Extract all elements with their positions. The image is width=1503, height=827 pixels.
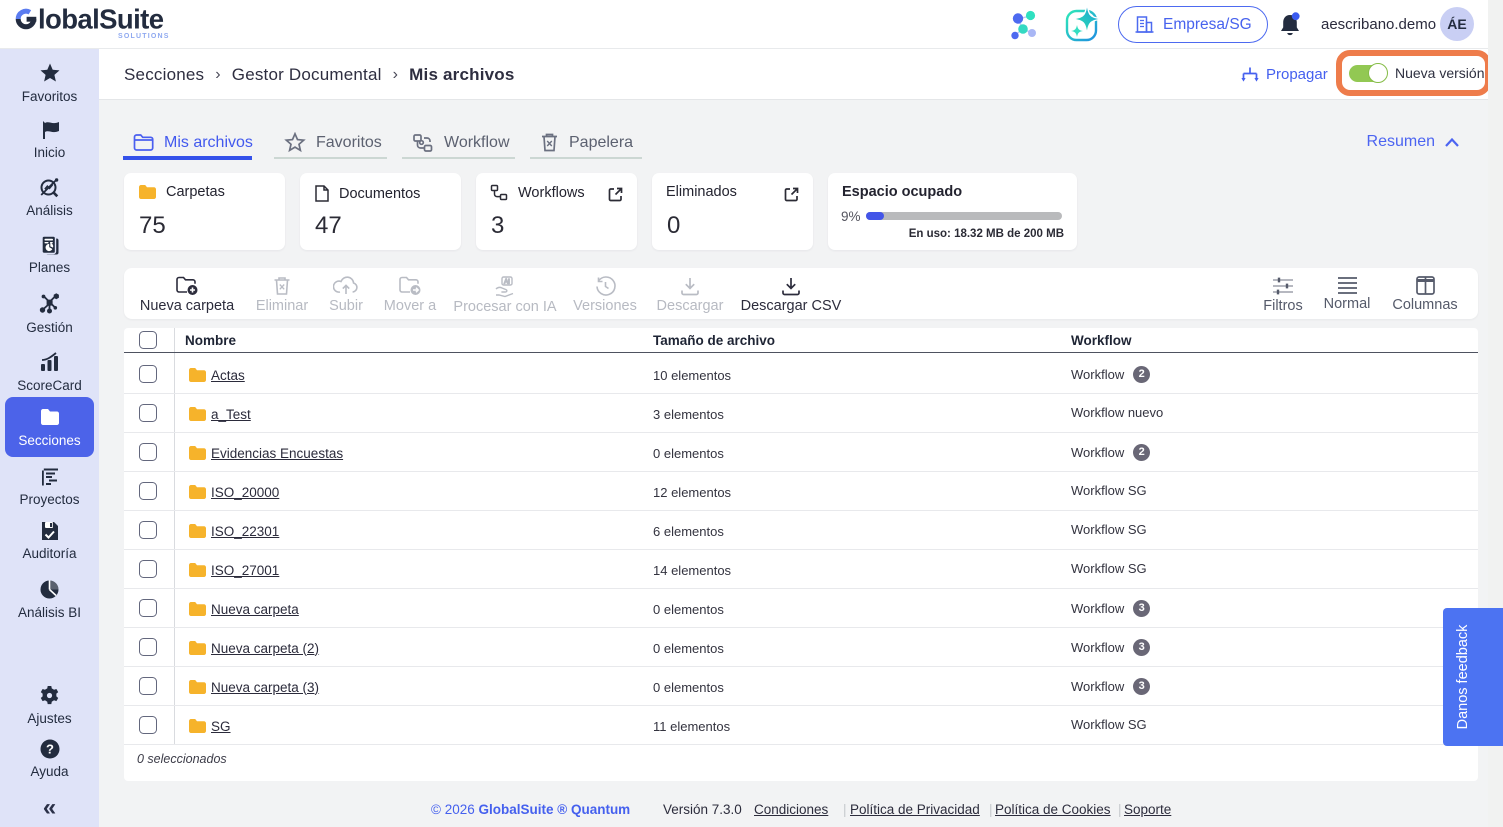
- svg-text:lobalSuite: lobalSuite: [38, 6, 164, 35]
- svg-text:AI: AI: [504, 280, 510, 286]
- svg-text:?: ?: [46, 742, 54, 757]
